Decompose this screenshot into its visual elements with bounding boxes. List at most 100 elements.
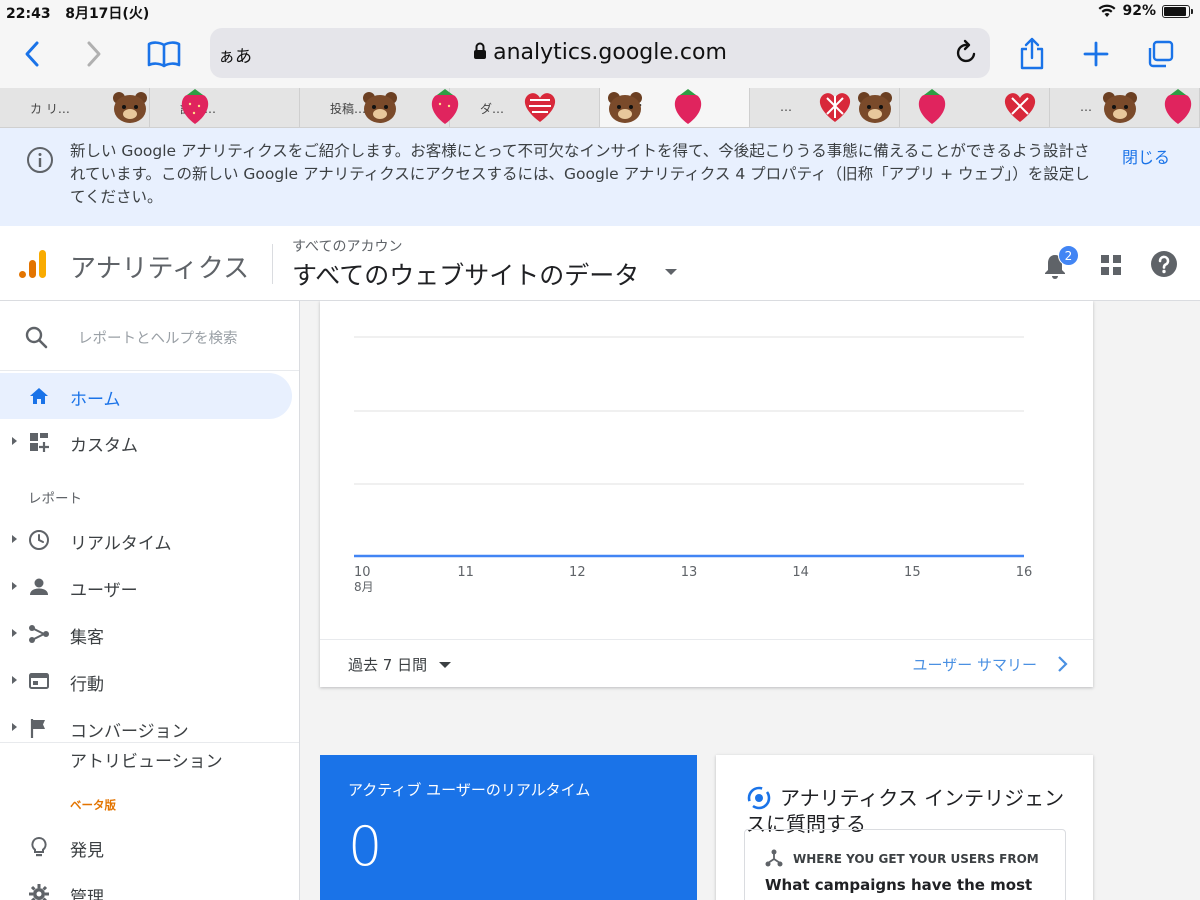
bookmarks-button[interactable] (144, 34, 184, 74)
url-text[interactable]: analytics.google.com (210, 40, 990, 65)
banner-message: 新しい Google アナリティクスをご紹介します。お客様にとって不可欠なインサ… (70, 142, 1090, 206)
sidebar-item-conversion[interactable]: コンバージョン (0, 705, 292, 751)
chart-x-tick-label: 11 (457, 565, 474, 580)
behavior-icon (29, 673, 49, 689)
plus-icon (1083, 41, 1109, 67)
sidebar: レポートとヘルプを検索 ホーム カスタム レポート リアルタイム ユーザー 集客… (0, 301, 300, 900)
bear-sticker-icon (363, 92, 397, 123)
expand-arrow-icon (12, 535, 17, 543)
sidebar-item-attribution[interactable]: アトリビューション (70, 748, 230, 777)
strawberry-sticker-icon (674, 89, 702, 124)
analytics-logo-icon (19, 250, 46, 278)
chart-x-month-label: 8月 (354, 580, 374, 594)
wifi-icon (1098, 4, 1116, 17)
new-tab-button[interactable] (1076, 34, 1116, 74)
sidebar-item-admin[interactable]: 管理 (0, 871, 292, 900)
tabs-overview-button[interactable] (1140, 34, 1180, 74)
bear-sticker-icon (608, 92, 642, 123)
sidebar-item-label: 行動 (70, 675, 104, 695)
status-time: 22:43 8月17日(火) (6, 6, 150, 22)
app-title: アナリティクス (70, 254, 250, 284)
battery-icon (1162, 4, 1193, 18)
clock-icon (29, 530, 49, 550)
intelligence-card: アナリティクス インテリジェンスに質問する WHERE YOU GET YOUR… (716, 755, 1093, 900)
back-button[interactable] (12, 34, 52, 74)
person-icon (30, 578, 48, 595)
chart-x-tick-label: 15 (904, 565, 921, 580)
browser-tab[interactable]: 設定… (150, 88, 300, 127)
share-button[interactable] (1012, 34, 1052, 74)
expand-arrow-icon (12, 676, 17, 684)
sidebar-item-label: 発見 (70, 841, 104, 861)
heart-sticker-icon (819, 93, 851, 122)
chevron-right-icon[interactable] (1057, 655, 1069, 673)
heart-sticker-icon (1004, 93, 1036, 122)
expand-arrow-icon (12, 629, 17, 637)
attribution-divider (0, 742, 299, 743)
expand-arrow-icon (12, 723, 17, 731)
lightbulb-icon (31, 836, 47, 857)
beta-badge: ベータ版 (70, 798, 116, 812)
forward-button[interactable] (74, 34, 114, 74)
strawberry-sticker-icon (918, 89, 946, 124)
question-category: WHERE YOU GET YOUR USERS FROM (793, 852, 1039, 866)
book-icon (147, 41, 181, 68)
address-bar[interactable]: ぁあ analytics.google.com (210, 28, 990, 78)
chart-x-tick-label: 12 (569, 565, 586, 580)
flag-icon (30, 719, 45, 738)
expand-arrow-icon (12, 437, 17, 445)
acquisition-icon (29, 625, 49, 643)
date-range-selector[interactable]: 過去 7 日間 (348, 654, 427, 675)
battery-percent: 92% (1122, 3, 1156, 19)
chart-x-tick-label: 16 (1016, 565, 1033, 580)
sidebar-item-label: リアルタイム (70, 534, 172, 554)
status-battery: 92% (1098, 3, 1193, 19)
reports-section-label: レポート (28, 491, 82, 507)
strawberry-sticker-icon (181, 89, 209, 124)
sidebar-item-acquisition[interactable]: 集客 (0, 611, 292, 657)
chart-x-tick-label: 10 (354, 565, 371, 580)
account-label[interactable]: すべてのアカウン (292, 236, 402, 256)
main-content: 10 11 12 13 14 15 16 8月 過去 7 日間 ユーザー サマリー アクティブ… (301, 301, 1200, 900)
chevron-left-icon (25, 41, 39, 67)
user-summary-link[interactable]: ユーザー サマリー (913, 654, 1037, 675)
help-icon[interactable] (1150, 250, 1178, 278)
sidebar-item-custom[interactable]: カスタム (0, 419, 292, 465)
dashboard-icon (30, 433, 49, 452)
account-selector[interactable]: すべてのウェブサイトのデータ (292, 256, 639, 292)
banner-close-button[interactable]: 閉じる (1122, 144, 1170, 168)
status-date: 8月17日(火) (65, 6, 150, 22)
bear-sticker-icon (1103, 92, 1137, 123)
chevron-right-icon (87, 41, 101, 67)
caret-down-icon[interactable] (438, 661, 452, 669)
search-icon (25, 326, 48, 349)
expand-arrow-icon (12, 582, 17, 590)
apps-grid-icon[interactable] (1100, 254, 1122, 276)
sidebar-item-label: カスタム (70, 436, 138, 456)
sidebar-item-discover[interactable]: 発見 (0, 824, 292, 870)
status-bar: 22:43 8月17日(火) 92% (0, 0, 1200, 24)
users-chart-card: 10 11 12 13 14 15 16 8月 過去 7 日間 ユーザー サマリー (320, 301, 1093, 687)
realtime-card[interactable]: アクティブ ユーザーのリアルタイム 0 (320, 755, 697, 900)
chart-x-tick-label: 14 (792, 565, 809, 580)
sidebar-item-realtime[interactable]: リアルタイム (0, 517, 292, 563)
sidebar-search[interactable]: レポートとヘルプを検索 (0, 301, 299, 371)
bear-sticker-icon (113, 92, 147, 123)
sidebar-item-behavior[interactable]: 行動 (0, 658, 292, 704)
intelligence-question-card[interactable]: WHERE YOU GET YOUR USERS FROM What campa… (744, 829, 1066, 900)
acquisition-icon (765, 849, 783, 867)
bear-sticker-icon (858, 92, 892, 123)
reload-icon[interactable] (954, 38, 980, 66)
sidebar-item-home[interactable]: ホーム (0, 373, 292, 419)
gear-icon (29, 884, 49, 900)
sidebar-item-label: 集客 (70, 628, 104, 648)
header-divider (272, 244, 273, 284)
sidebar-item-users[interactable]: ユーザー (0, 564, 292, 610)
heart-sticker-icon (524, 93, 556, 122)
announcement-banner: 新しい Google アナリティクスをご紹介します。お客様にとって不可欠なインサ… (0, 128, 1200, 226)
caret-down-icon[interactable] (664, 268, 678, 276)
share-icon (1020, 37, 1044, 70)
chart-x-tick-label: 13 (681, 565, 698, 580)
notification-badge: 2 (1058, 245, 1079, 266)
url-label: analytics.google.com (493, 40, 727, 65)
